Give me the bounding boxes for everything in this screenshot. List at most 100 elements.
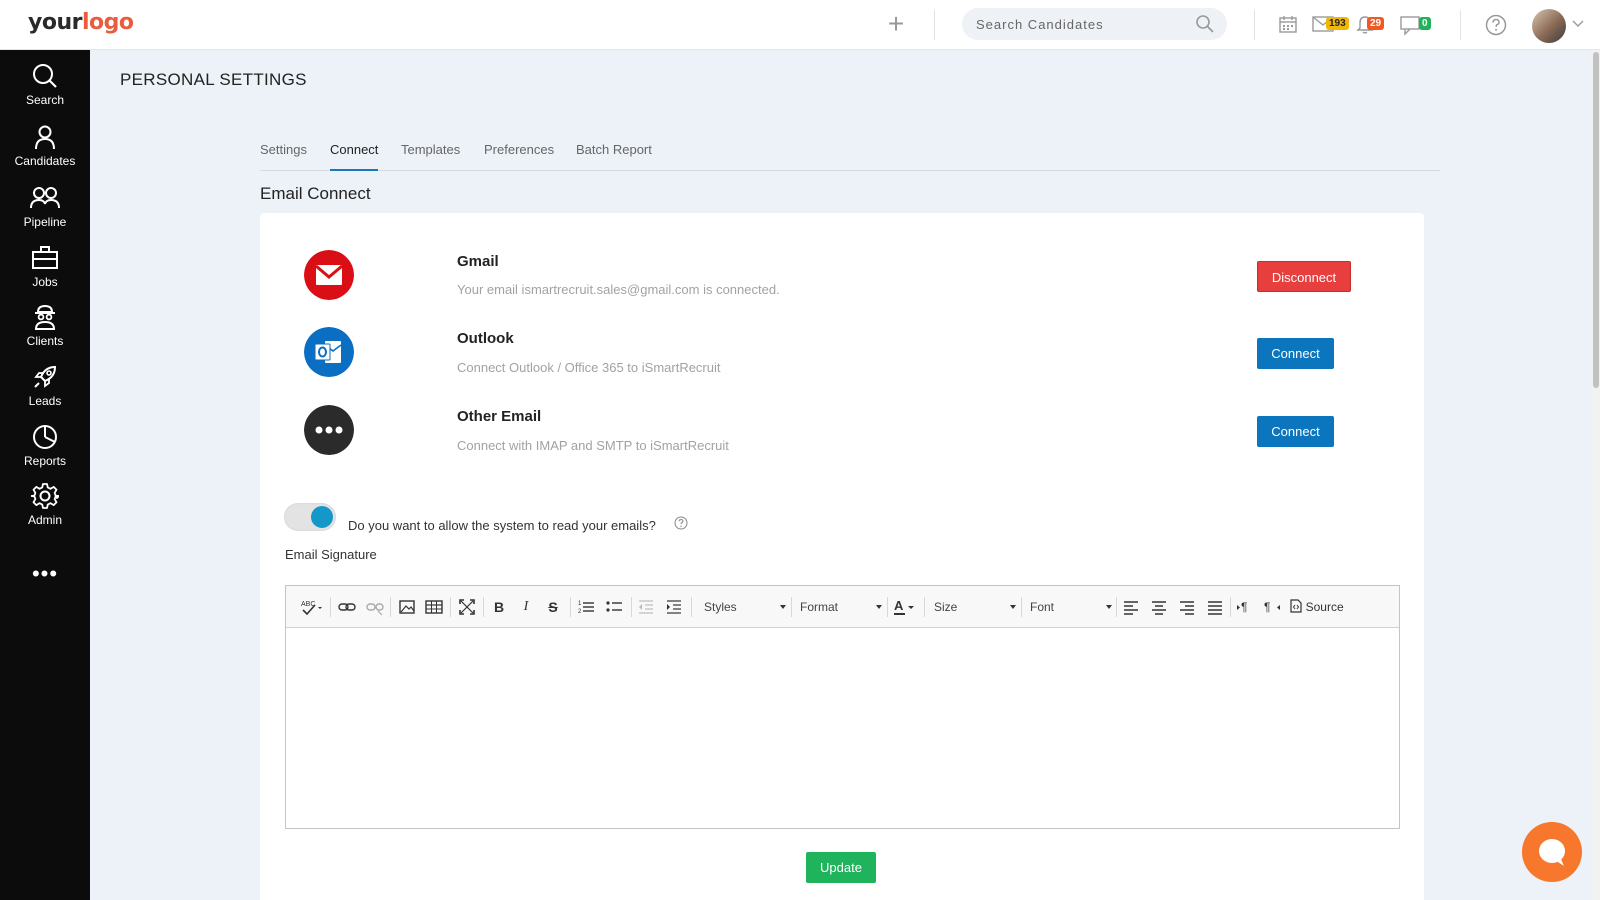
scrollbar[interactable] (1592, 50, 1600, 900)
align-right-icon[interactable] (1178, 598, 1196, 616)
indent-icon[interactable] (665, 598, 683, 616)
divider (1254, 10, 1255, 40)
client-icon (34, 304, 56, 330)
settings-tabs: Settings Connect Templates Preferences B… (260, 138, 1440, 171)
image-icon[interactable] (398, 598, 416, 616)
sidebar-item-label: Admin (27, 513, 62, 527)
sidebar-item-candidates[interactable]: Candidates (0, 123, 90, 179)
toolbar-separator (1021, 597, 1022, 617)
sidebar-item-label: Reports (23, 454, 67, 468)
styles-dropdown[interactable]: Styles (704, 598, 786, 616)
search-box[interactable] (962, 8, 1227, 40)
calendar-icon[interactable] (1278, 14, 1298, 34)
sidebar-item-label: Pipeline (23, 215, 67, 229)
strikethrough-button[interactable]: S (544, 598, 562, 616)
font-dropdown-label: Font (1030, 600, 1055, 614)
provider-description-outlook: Connect Outlook / Office 365 to iSmartRe… (457, 360, 721, 375)
gmail-icon (304, 250, 354, 300)
users-icon (30, 187, 60, 209)
link-icon[interactable] (338, 598, 356, 616)
tab-batch-report[interactable]: Batch Report (576, 142, 652, 171)
gmail-disconnect-button[interactable]: Disconnect (1257, 261, 1351, 292)
align-justify-icon[interactable] (1206, 598, 1224, 616)
add-icon[interactable]: + (884, 10, 908, 38)
other-email-connect-button[interactable]: Connect (1257, 416, 1334, 447)
sidebar-item-clients[interactable]: Clients (0, 303, 90, 359)
sidebar-item-leads[interactable]: Leads (0, 363, 90, 419)
search-icon (33, 64, 57, 88)
toolbar-separator (887, 597, 888, 617)
search-input[interactable] (976, 14, 1186, 34)
sidebar-item-label: Leads (28, 394, 62, 408)
tab-templates[interactable]: Templates (401, 142, 460, 171)
maximize-icon[interactable] (458, 598, 476, 616)
tab-connect[interactable]: Connect (330, 142, 379, 171)
read-emails-label: Do you want to allow the system to read … (348, 518, 656, 533)
ltr-direction-icon[interactable]: ¶ (1236, 598, 1254, 616)
toolbar-separator (330, 597, 331, 617)
more-menu-button[interactable]: ••• (0, 563, 90, 585)
italic-button[interactable]: I (517, 598, 535, 616)
svg-text:¶: ¶ (1241, 600, 1247, 614)
rtl-direction-icon[interactable]: ¶ (1263, 598, 1281, 616)
svg-text:2: 2 (578, 609, 582, 615)
provider-name-outlook: Outlook (457, 330, 514, 347)
scrollbar-thumb[interactable] (1593, 52, 1599, 388)
divider (1460, 10, 1461, 40)
rocket-icon (34, 365, 57, 388)
size-dropdown-label: Size (934, 600, 958, 614)
briefcase-icon (32, 246, 58, 269)
toolbar-separator (631, 597, 632, 617)
toolbar-separator (1230, 597, 1231, 617)
help-icon[interactable] (1485, 14, 1507, 36)
numbered-list-icon[interactable]: 12 (577, 598, 595, 616)
pie-chart-icon (33, 425, 57, 449)
chat-count-badge: 0 (1419, 17, 1431, 30)
outlook-connect-button[interactable]: Connect (1257, 338, 1334, 369)
toolbar-separator (483, 597, 484, 617)
sidebar-item-label: Clients (26, 334, 64, 348)
format-dropdown[interactable]: Format (800, 598, 882, 616)
sidebar-item-admin[interactable]: Admin (0, 482, 90, 538)
read-emails-toggle[interactable] (284, 503, 336, 531)
sidebar-item-pipeline[interactable]: Pipeline (0, 184, 90, 240)
chat-bubble-icon (1539, 839, 1565, 866)
logo[interactable]: yourlogo (28, 10, 134, 35)
text-color-icon[interactable]: A (893, 598, 917, 616)
provider-name-other-email: Other Email (457, 408, 542, 425)
tab-settings[interactable]: Settings (260, 142, 307, 171)
align-center-icon[interactable] (1150, 598, 1168, 616)
sidebar-item-search[interactable]: Search (0, 62, 90, 118)
search-icon[interactable] (1195, 14, 1215, 34)
question-circle-icon[interactable] (674, 516, 688, 530)
size-dropdown[interactable]: Size (934, 598, 1016, 616)
sidebar-item-reports[interactable]: Reports (0, 423, 90, 479)
update-button[interactable]: Update (806, 852, 876, 883)
spellcheck-icon[interactable]: ABC (300, 598, 324, 616)
email-connect-card: Gmail Your email ismartrecruit.sales@gma… (260, 213, 1424, 900)
toolbar-separator (691, 597, 692, 617)
toolbar-separator (791, 597, 792, 617)
tab-preferences[interactable]: Preferences (484, 142, 554, 171)
chat-widget-button[interactable] (1522, 822, 1582, 882)
align-left-icon[interactable] (1122, 598, 1140, 616)
signature-editor-content[interactable] (286, 628, 1399, 828)
sidebar-item-label: Jobs (32, 275, 58, 289)
table-icon[interactable] (425, 598, 443, 616)
font-dropdown[interactable]: Font (1030, 598, 1112, 616)
dropdown-arrow-icon (1106, 605, 1112, 609)
bold-button[interactable]: B (490, 598, 508, 616)
unlink-icon[interactable] (366, 598, 384, 616)
outlook-icon (304, 327, 354, 377)
sidebar-item-jobs[interactable]: Jobs (0, 244, 90, 300)
dropdown-arrow-icon (1010, 605, 1016, 609)
sidebar-item-label: Search (25, 93, 65, 107)
bullet-list-icon[interactable] (605, 598, 623, 616)
chevron-down-icon[interactable] (1572, 20, 1584, 28)
avatar[interactable] (1532, 9, 1566, 43)
outdent-icon[interactable] (637, 598, 655, 616)
sidebar: Search Candidates Pipeline Jobs Clients … (0, 50, 90, 900)
gear-icon (31, 483, 59, 509)
toolbar-separator (570, 597, 571, 617)
source-button[interactable]: Source (1290, 598, 1350, 616)
